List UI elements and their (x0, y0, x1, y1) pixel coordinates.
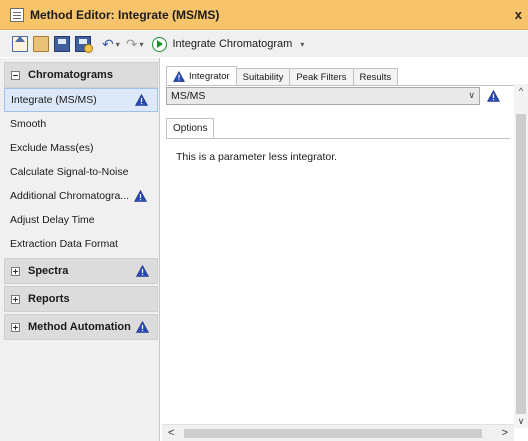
section-label: Spectra (28, 265, 69, 277)
tab-results[interactable]: Results (352, 68, 399, 85)
warning-icon (487, 90, 500, 102)
run-dropdown-icon[interactable]: ▾ (300, 40, 304, 49)
sidebar-item-label: Additional Chromatogra... (10, 190, 130, 202)
tab-divider (166, 85, 514, 86)
run-play-icon[interactable] (151, 36, 167, 52)
open-folder-icon[interactable] (33, 36, 49, 52)
sidebar-item-label: Exclude Mass(es) (10, 142, 94, 154)
redo-icon[interactable]: ↷ (126, 36, 138, 52)
expand-icon[interactable] (11, 294, 20, 304)
section-header-reports[interactable]: Reports (4, 286, 158, 312)
editor-panel: Integrator Suitability Peak Filters Resu… (162, 58, 528, 441)
scroll-up-icon[interactable]: ^ (514, 84, 528, 98)
tab-label: Peak Filters (296, 71, 347, 83)
chromatogram-item-list: Integrate (MS/MS) Smooth Exclude Mass(es… (4, 88, 158, 256)
section-header-method-automation[interactable]: Method Automation (4, 314, 158, 340)
sidebar-item-label: Calculate Signal-to-Noise (10, 166, 129, 178)
integrator-message: This is a parameter less integrator. (176, 151, 338, 163)
sidebar-item-integrate[interactable]: Integrate (MS/MS) (4, 88, 158, 112)
sidebar-item-extraction-data-format[interactable]: Extraction Data Format (4, 232, 158, 256)
collapse-icon[interactable] (11, 70, 20, 80)
vertical-scroll-thumb[interactable] (516, 114, 526, 414)
close-button[interactable]: x (515, 7, 522, 22)
warning-icon (136, 265, 149, 277)
warning-icon (173, 70, 185, 82)
warning-icon (136, 321, 149, 333)
sidebar-item-exclude-masses[interactable]: Exclude Mass(es) (4, 136, 158, 160)
undo-icon[interactable]: ↶ (102, 36, 114, 52)
sidebar-item-smooth[interactable]: Smooth (4, 112, 158, 136)
warning-icon (134, 190, 147, 202)
tab-label: Integrator (189, 70, 230, 82)
sidebar-item-label: Adjust Delay Time (10, 214, 95, 226)
redo-dropdown-icon[interactable]: ▾ (139, 40, 143, 49)
horizontal-scroll-thumb[interactable] (184, 429, 482, 438)
sidebar-item-adjust-delay-time[interactable]: Adjust Delay Time (4, 208, 158, 232)
scroll-right-icon[interactable]: > (502, 427, 508, 439)
section-label: Method Automation (28, 321, 131, 333)
tab-label: Results (359, 71, 392, 83)
scroll-left-icon[interactable]: < (168, 427, 174, 439)
expand-icon[interactable] (11, 322, 20, 332)
vertical-scrollbar[interactable]: ^ ∨ (514, 84, 528, 428)
scroll-down-icon[interactable]: ∨ (514, 414, 528, 428)
method-editor-icon (10, 7, 24, 22)
title-bar: Method Editor: Integrate (MS/MS) x (0, 0, 528, 30)
options-divider (166, 138, 510, 139)
options-area: Options This is a parameter less integra… (166, 113, 510, 418)
horizontal-scrollbar[interactable]: < > (162, 424, 514, 441)
home-icon[interactable] (12, 36, 28, 52)
section-header-chromatograms[interactable]: Chromatograms (4, 62, 158, 88)
section-header-spectra[interactable]: Spectra (4, 258, 158, 284)
window-title: Method Editor: Integrate (MS/MS) (30, 7, 220, 22)
tab-label: Suitability (242, 71, 284, 83)
method-sections-panel: Chromatograms Integrate (MS/MS) Smooth E… (0, 58, 160, 441)
tab-options[interactable]: Options (166, 118, 215, 138)
save-as-icon[interactable] (75, 36, 93, 53)
integrator-select-value: MS/MS (171, 90, 206, 102)
sidebar-item-signal-to-noise[interactable]: Calculate Signal-to-Noise (4, 160, 158, 184)
undo-dropdown-icon[interactable]: ▾ (116, 40, 120, 49)
section-label: Chromatograms (28, 69, 113, 81)
tab-strip: Integrator Suitability Peak Filters Resu… (166, 66, 399, 85)
integrator-select[interactable]: MS/MS ∨ (166, 87, 480, 105)
sidebar-item-label: Smooth (10, 118, 47, 130)
chevron-down-icon[interactable]: ∨ (468, 90, 475, 101)
warning-icon (135, 94, 148, 106)
section-label: Reports (28, 293, 70, 305)
save-icon[interactable] (54, 36, 70, 52)
tab-peak-filters[interactable]: Peak Filters (289, 68, 354, 85)
tab-suitability[interactable]: Suitability (235, 68, 291, 85)
tab-label: Options (173, 123, 208, 134)
sidebar-item-label: Extraction Data Format (10, 238, 118, 250)
sidebar-item-label: Integrate (MS/MS) (11, 94, 97, 106)
expand-icon[interactable] (11, 266, 20, 276)
run-action-label[interactable]: Integrate Chromatogram (173, 38, 293, 50)
sidebar-item-additional-chromatograms[interactable]: Additional Chromatogra... (4, 184, 158, 208)
tab-integrator[interactable]: Integrator (166, 66, 237, 85)
toolbar: ↶ ▾ ↷ ▾ Integrate Chromatogram ▾ (0, 31, 528, 57)
